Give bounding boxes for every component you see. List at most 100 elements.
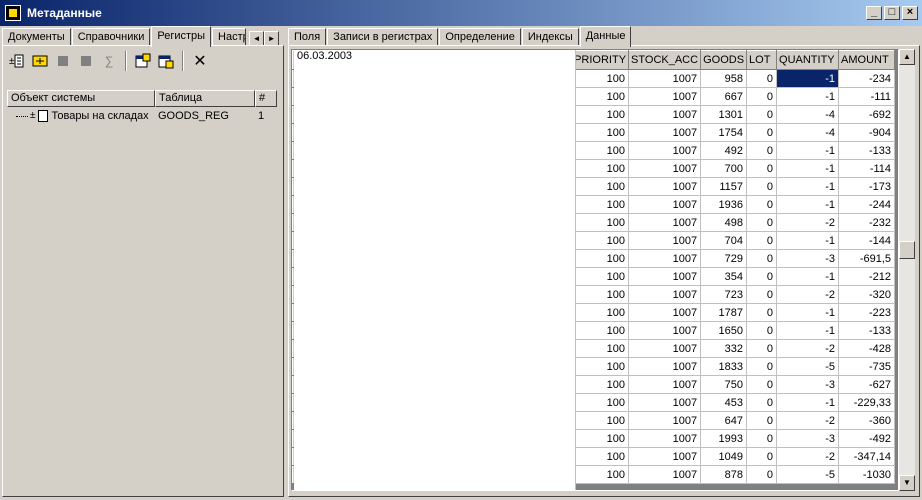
cell-amount[interactable]: -212 [838, 267, 896, 286]
cell-stock-acc[interactable]: 1007 [628, 357, 702, 376]
app-icon[interactable] [5, 5, 21, 21]
cell-lot[interactable]: 0 [746, 87, 778, 106]
cell-amount[interactable]: -114 [838, 159, 896, 178]
cell-stock-acc[interactable]: 1007 [628, 267, 702, 286]
stop-icon[interactable] [53, 51, 73, 71]
cell-quantity[interactable]: -1 [776, 321, 840, 340]
cell-amount[interactable]: -492 [838, 429, 896, 448]
cell-amount[interactable]: -133 [838, 321, 896, 340]
close-button[interactable]: × [902, 6, 918, 20]
cell-stock-acc[interactable]: 1007 [628, 375, 702, 394]
cell-goods[interactable]: 958 [700, 69, 748, 88]
cell-quantity[interactable]: -1 [776, 195, 840, 214]
cell-goods[interactable]: 1157 [700, 177, 748, 196]
add-field-icon[interactable] [30, 51, 50, 71]
cell-goods[interactable]: 453 [700, 393, 748, 412]
cell-goods[interactable]: 729 [700, 249, 748, 268]
scroll-up-icon[interactable]: ▲ [899, 49, 915, 65]
cell-amount[interactable]: -144 [838, 231, 896, 250]
cell-goods[interactable]: 1301 [700, 105, 748, 124]
cell-quantity[interactable]: -2 [776, 285, 840, 304]
cell-quantity[interactable]: -4 [776, 105, 840, 124]
cell-amount[interactable]: -232 [838, 213, 896, 232]
cell-goods[interactable]: 1049 [700, 447, 748, 466]
cell-lot[interactable]: 0 [746, 303, 778, 322]
cell-amount[interactable]: -627 [838, 375, 896, 394]
cell-stock-acc[interactable]: 1007 [628, 141, 702, 160]
cell-goods[interactable]: 1936 [700, 195, 748, 214]
cell-amount[interactable]: -320 [838, 285, 896, 304]
cell-goods[interactable]: 492 [700, 141, 748, 160]
cell-quantity[interactable]: -1 [776, 87, 840, 106]
cell-goods[interactable]: 354 [700, 267, 748, 286]
cell-lot[interactable]: 0 [746, 285, 778, 304]
cell-quantity[interactable]: -2 [776, 447, 840, 466]
cell-lot[interactable]: 0 [746, 231, 778, 250]
cell-amount[interactable]: -111 [838, 87, 896, 106]
cell-lot[interactable]: 0 [746, 159, 778, 178]
cell-goods[interactable]: 1754 [700, 123, 748, 142]
cell-stock-acc[interactable]: 1007 [628, 159, 702, 178]
cell-lot[interactable]: 0 [746, 105, 778, 124]
cell-stock-acc[interactable]: 1007 [628, 249, 702, 268]
add-register-icon[interactable]: ± [7, 51, 27, 71]
cell-lot[interactable]: 0 [746, 249, 778, 268]
cell-lot[interactable]: 0 [746, 69, 778, 88]
cell-lot[interactable]: 0 [746, 357, 778, 376]
cell-lot[interactable]: 0 [746, 267, 778, 286]
cell-goods[interactable]: 704 [700, 231, 748, 250]
cell-stock-acc[interactable]: 1007 [628, 303, 702, 322]
cell-goods[interactable]: 1787 [700, 303, 748, 322]
cell-stock-acc[interactable]: 1007 [628, 177, 702, 196]
cell-quantity[interactable]: -1 [776, 69, 840, 88]
scroll-down-icon[interactable]: ▼ [899, 475, 915, 491]
properties-alt-icon[interactable] [156, 51, 176, 71]
tab-definition[interactable]: Определение [439, 28, 521, 46]
cell-amount[interactable]: -173 [838, 177, 896, 196]
cell-stock-acc[interactable]: 1007 [628, 429, 702, 448]
col-header-object[interactable]: Объект системы [7, 90, 155, 107]
cell-quantity[interactable]: -5 [776, 357, 840, 376]
square-icon[interactable] [76, 51, 96, 71]
cell-stock-acc[interactable]: 1007 [628, 339, 702, 358]
cell-amount[interactable]: -904 [838, 123, 896, 142]
cell-quantity[interactable]: -3 [776, 429, 840, 448]
col-header-quantity[interactable]: QUANTITY [776, 50, 840, 70]
cell-quantity[interactable]: -5 [776, 465, 840, 484]
tree-row[interactable]: ± Товары на складах GOODS_REG 1 [7, 107, 281, 125]
cell-stock-acc[interactable]: 1007 [628, 393, 702, 412]
table-row[interactable]: 104548801166810206.03.200310010078780-5-… [292, 50, 896, 490]
cell-quantity[interactable]: -2 [776, 213, 840, 232]
cell-goods[interactable]: 647 [700, 411, 748, 430]
cell-stock-acc[interactable]: 1007 [628, 213, 702, 232]
cell-lot[interactable]: 0 [746, 177, 778, 196]
cell-lot[interactable]: 0 [746, 411, 778, 430]
cell-stock-acc[interactable]: 1007 [628, 321, 702, 340]
cell-lot[interactable]: 0 [746, 465, 778, 484]
cell-goods[interactable]: 1650 [700, 321, 748, 340]
cell-amount[interactable]: -133 [838, 141, 896, 160]
cell-goods[interactable]: 750 [700, 375, 748, 394]
cell-amount[interactable]: -428 [838, 339, 896, 358]
col-header-table[interactable]: Таблица [155, 90, 255, 107]
cell-quantity[interactable]: -1 [776, 141, 840, 160]
cell-lot[interactable]: 0 [746, 375, 778, 394]
minimize-button[interactable]: _ [866, 6, 882, 20]
col-header-stock-acc[interactable]: STOCK_ACC [628, 50, 702, 70]
tab-references[interactable]: Справочники [71, 28, 151, 46]
cell-stock-acc[interactable]: 1007 [628, 105, 702, 124]
expand-icon[interactable]: ± [30, 107, 36, 125]
tab-indexes[interactable]: Индексы [521, 28, 579, 46]
cell-quantity[interactable]: -1 [776, 231, 840, 250]
cell-goods[interactable]: 723 [700, 285, 748, 304]
cell-lot[interactable]: 0 [746, 447, 778, 466]
tab-scroll-right-icon[interactable]: ► [264, 31, 280, 46]
cell-lot[interactable]: 0 [746, 195, 778, 214]
delete-icon[interactable]: ✕ [190, 51, 210, 71]
cell-amount[interactable]: -692 [838, 105, 896, 124]
cell-amount[interactable]: -360 [838, 411, 896, 430]
cell-amount[interactable]: -347,14 [838, 447, 896, 466]
cell-lot[interactable]: 0 [746, 429, 778, 448]
cell-quantity[interactable]: -1 [776, 303, 840, 322]
cell-quantity[interactable]: -3 [776, 249, 840, 268]
